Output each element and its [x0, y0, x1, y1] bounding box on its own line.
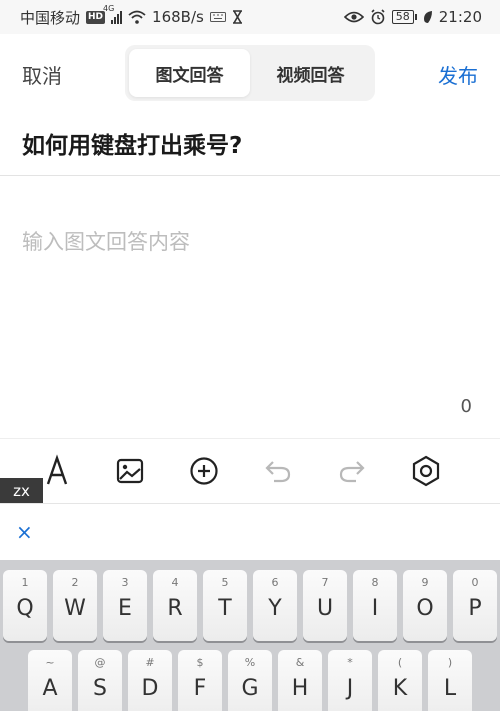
key-t[interactable]: 5T [203, 570, 247, 641]
key-letter: H [291, 676, 309, 701]
answer-content-input[interactable]: 输入图文回答内容 [22, 226, 190, 256]
key-a[interactable]: ~ A [28, 650, 72, 711]
insert-more-button[interactable] [184, 451, 224, 491]
key-letter: Q [16, 596, 34, 621]
key-hint: 9 [421, 576, 429, 589]
key-hint: % [244, 656, 256, 669]
key-hint: 6 [271, 576, 279, 589]
key-letter: K [392, 676, 408, 701]
key-hint: 5 [221, 576, 229, 589]
key-letter: A [42, 676, 58, 701]
status-bar: 中国移动 HD 4G 168B/s 58 21:20 [0, 0, 500, 34]
question-title: 如何用键盘打出乘号? [22, 133, 243, 159]
key-e[interactable]: 3E [103, 570, 147, 641]
eye-icon [343, 11, 364, 23]
key-letter: W [64, 596, 86, 621]
key-letter: F [193, 676, 207, 701]
close-icon[interactable]: × [16, 520, 33, 544]
key-letter: T [218, 596, 232, 621]
key-hint: @ [94, 656, 106, 669]
key-r[interactable]: 4R [153, 570, 197, 641]
answer-type-tabs: 图文回答 视频回答 [125, 45, 375, 101]
network-speed: 168B/s [152, 8, 204, 26]
key-k[interactable]: (K [378, 650, 422, 711]
undo-icon [265, 461, 291, 483]
key-hint: 2 [71, 576, 79, 589]
key-letter: G [241, 676, 259, 701]
publish-button[interactable]: 发布 [438, 60, 478, 89]
undo-button[interactable] [258, 451, 298, 491]
editor-toolbar [0, 438, 500, 502]
key-hint: 0 [471, 576, 479, 589]
keyboard-indicator-icon [209, 12, 226, 22]
key-q[interactable]: 1Q [3, 570, 47, 641]
key-letter: P [468, 596, 482, 621]
redo-button[interactable] [332, 451, 372, 491]
divider [0, 175, 500, 176]
redo-icon [339, 461, 365, 483]
key-letter: R [167, 596, 183, 621]
tab-image-text-answer[interactable]: 图文回答 [129, 49, 250, 97]
leaf-icon [423, 11, 432, 23]
settings-button[interactable] [406, 451, 446, 491]
key-hint: 1 [21, 576, 29, 589]
key-letter: U [316, 596, 334, 621]
key-j[interactable]: * J [328, 650, 372, 711]
settings-icon [412, 455, 440, 487]
key-hint: ( [397, 656, 403, 669]
key-p[interactable]: 0P [453, 570, 497, 641]
ime-candidate-bar: × [0, 503, 500, 560]
key-f[interactable]: $ F [178, 650, 222, 711]
key-d[interactable]: # D [128, 650, 172, 711]
battery-level: 58 [391, 10, 414, 24]
key-y[interactable]: 6Y [253, 570, 297, 641]
key-hint: ) [447, 656, 453, 669]
key-letter: J [346, 676, 354, 701]
cancel-button[interactable]: 取消 [22, 60, 62, 89]
add-circle-icon [190, 457, 218, 485]
network-type: 4G [103, 4, 115, 13]
key-h[interactable]: & H [278, 650, 322, 711]
key-letter: L [443, 676, 457, 701]
key-hint: & [295, 656, 305, 669]
alarm-icon [371, 9, 385, 25]
key-s[interactable]: @ S [78, 650, 122, 711]
key-u[interactable]: 7U [303, 570, 347, 641]
key-hint: 3 [121, 576, 129, 589]
wifi-icon [128, 10, 146, 24]
key-l[interactable]: ) L [428, 650, 472, 711]
key-letter: I [371, 596, 379, 621]
key-hint: 4 [171, 576, 179, 589]
character-count: 0 [460, 396, 472, 417]
key-o[interactable]: 9O [403, 570, 447, 641]
key-hint: # [145, 656, 155, 669]
key-hint: * [347, 656, 353, 669]
hourglass-icon [232, 10, 242, 24]
image-icon [116, 458, 144, 484]
carrier-label: 中国移动 [20, 8, 81, 27]
signal-icon: 4G [103, 4, 123, 24]
key-i[interactable]: 8I [353, 570, 397, 641]
soft-keyboard: 1Q 2W 3E 4R 5T 6Y 7U 8I 9O 0P ~ A @ S # D $… [0, 560, 500, 711]
key-letter: E [118, 596, 132, 621]
text-format-icon [46, 454, 68, 485]
key-letter: O [416, 596, 434, 621]
key-hint: ~ [45, 656, 55, 669]
ime-composition: zx [0, 478, 43, 503]
key-hint: $ [196, 656, 204, 669]
key-letter: S [93, 676, 107, 701]
key-letter: Y [268, 596, 282, 621]
key-w[interactable]: 2W [53, 570, 97, 641]
tab-video-answer[interactable]: 视频回答 [250, 49, 371, 97]
key-g[interactable]: % G [228, 650, 272, 711]
key-hint: 7 [321, 576, 329, 589]
battery-icon: 58 [391, 10, 417, 24]
insert-image-button[interactable] [110, 451, 150, 491]
header: 取消 图文回答 视频回答 发布 [0, 34, 500, 112]
key-hint: 8 [371, 576, 379, 589]
key-letter: D [141, 676, 159, 701]
clock: 21:20 [438, 8, 482, 26]
